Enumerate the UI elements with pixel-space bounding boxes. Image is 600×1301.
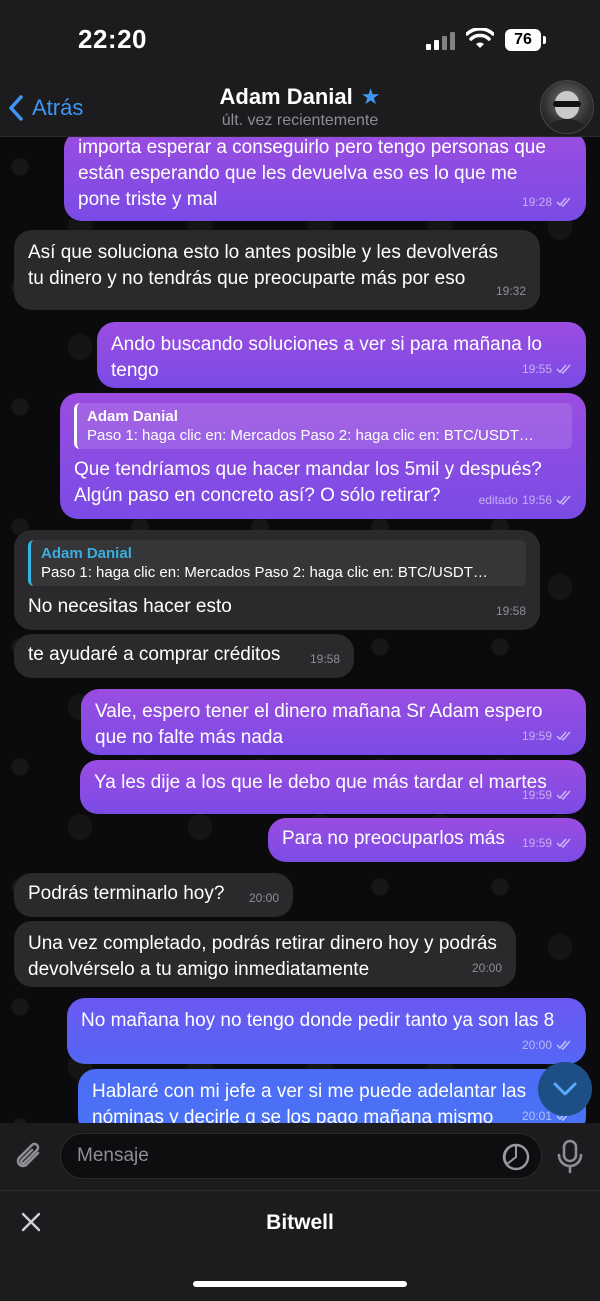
avatar[interactable] [540,80,594,134]
home-indicator[interactable] [193,1281,407,1287]
reply-author: Adam Danial [87,408,178,425]
message-outgoing[interactable]: Ando buscando soluciones a ver si para m… [97,322,586,388]
message-meta: 20:00 [249,885,279,911]
double-check-icon [556,790,571,800]
paperclip-icon[interactable] [12,1139,46,1175]
bot-panel-title: Bitwell [266,1211,334,1234]
message-text: importa esperar a conseguirlo pero tengo… [78,137,546,210]
message-time: 20:00 [521,1038,552,1052]
reply-text: Paso 1: haga clic en: Mercados Paso 2: h… [41,564,488,581]
reply-author: Adam Danial [41,545,132,562]
message-meta: 19:59 [522,782,572,808]
message-outgoing[interactable]: Para no preocuparlos más 19:59 [268,818,586,862]
message-time: 19:58 [495,604,526,618]
double-check-icon [556,731,571,741]
battery-icon: 76 [505,29,541,51]
message-time: 19:59 [521,788,552,802]
reply-preview[interactable]: Adam Danial Paso 1: haga clic en: Mercad… [74,403,572,449]
message-incoming[interactable]: Adam Danial Paso 1: haga clic en: Mercad… [14,530,540,630]
message-meta: 19:28 [522,189,572,215]
composer: Mensaje [0,1123,600,1190]
reply-preview[interactable]: Adam Danial Paso 1: haga clic en: Mercad… [28,540,526,586]
message-meta: 19:58 [310,646,340,672]
contact-name: Adam Danial [219,84,353,109]
message-incoming[interactable]: Una vez completado, podrás retirar diner… [14,921,516,987]
message-incoming[interactable]: Podrás terminarlo hoy? 20:00 [14,873,293,917]
message-time: 19:32 [495,284,526,298]
message-meta: 19:58 [496,598,526,624]
message-time: 19:58 [309,652,340,666]
message-text: Ando buscando soluciones a ver si para m… [111,334,542,381]
message-outgoing[interactable]: No mañana hoy no tengo donde pedir tanto… [67,998,586,1064]
message-outgoing[interactable]: importa esperar a conseguirlo pero tengo… [64,137,586,221]
status-bar: 22:20 76 [0,0,600,80]
message-meta: 19:55 [522,356,572,382]
back-label: Atrás [32,95,84,120]
chevron-down-icon [553,1082,577,1096]
message-text: Podrás terminarlo hoy? [28,883,225,904]
battery-tip [543,36,546,44]
reply-text: Paso 1: haga clic en: Mercados Paso 2: h… [87,427,534,444]
message-text: Así que soluciona esto lo antes posible … [28,242,498,289]
status-time: 22:20 [78,24,147,54]
contact-info[interactable]: Adam Danial ★ últ. vez recientemente [150,80,450,130]
message-text: te ayudaré a comprar créditos [28,644,281,665]
message-list[interactable]: importa esperar a conseguirlo pero tengo… [0,137,600,1123]
message-text: Vale, espero tener el dinero mañana Sr A… [95,701,543,748]
message-text: Una vez completado, podrás retirar diner… [28,933,497,980]
scroll-to-bottom-button[interactable] [538,1062,592,1116]
sticker-icon[interactable] [501,1142,531,1172]
message-meta: 19:59 [522,830,572,856]
message-incoming[interactable]: Así que soluciona esto lo antes posible … [14,230,540,310]
wifi-icon [466,28,494,48]
microphone-icon[interactable] [556,1139,584,1175]
message-meta: 19:59 [522,723,572,749]
message-text: No mañana hoy no tengo donde pedir tanto… [81,1010,555,1031]
message-meta: 19:32 [496,278,526,304]
message-time: 20:00 [248,891,279,905]
message-text: Hablaré con mi jefe a ver si me puede ad… [92,1081,527,1123]
message-meta: editado 19:56 [479,487,572,513]
message-meta: 20:00 [522,1032,572,1058]
double-check-icon [556,838,571,848]
message-time: 20:00 [471,961,502,975]
back-button[interactable]: Atrás [8,90,83,126]
message-outgoing[interactable]: Adam Danial Paso 1: haga clic en: Mercad… [60,393,586,519]
cellular-signal-icon [426,30,458,50]
last-seen: últ. vez recientemente [221,112,379,129]
double-check-icon [556,197,571,207]
message-time: 19:56 [521,493,552,507]
message-time: 19:28 [521,195,552,209]
double-check-icon [556,1040,571,1050]
message-outgoing[interactable]: Hablaré con mi jefe a ver si me puede ad… [78,1069,586,1123]
message-incoming[interactable]: te ayudaré a comprar créditos 19:58 [14,634,354,678]
message-text: No necesitas hacer esto [28,596,232,617]
message-meta: 20:00 [472,955,502,981]
bot-panel: Bitwell [0,1190,600,1301]
edited-label: editado [478,493,518,507]
double-check-icon [556,495,571,505]
message-time: 19:55 [521,362,552,376]
star-icon: ★ [360,84,381,109]
message-input[interactable]: Mensaje [60,1133,542,1179]
message-placeholder: Mensaje [77,1145,149,1166]
message-outgoing[interactable]: Ya les dije a los que le debo que más ta… [80,760,586,814]
message-outgoing[interactable]: Vale, espero tener el dinero mañana Sr A… [81,689,586,755]
message-time: 19:59 [521,729,552,743]
message-text: Ya les dije a los que le debo que más ta… [94,772,547,793]
double-check-icon [556,364,571,374]
message-time: 19:59 [521,836,552,850]
chevron-left-icon [9,95,23,121]
chat-header: Atrás Adam Danial ★ últ. vez recientemen… [0,80,600,137]
